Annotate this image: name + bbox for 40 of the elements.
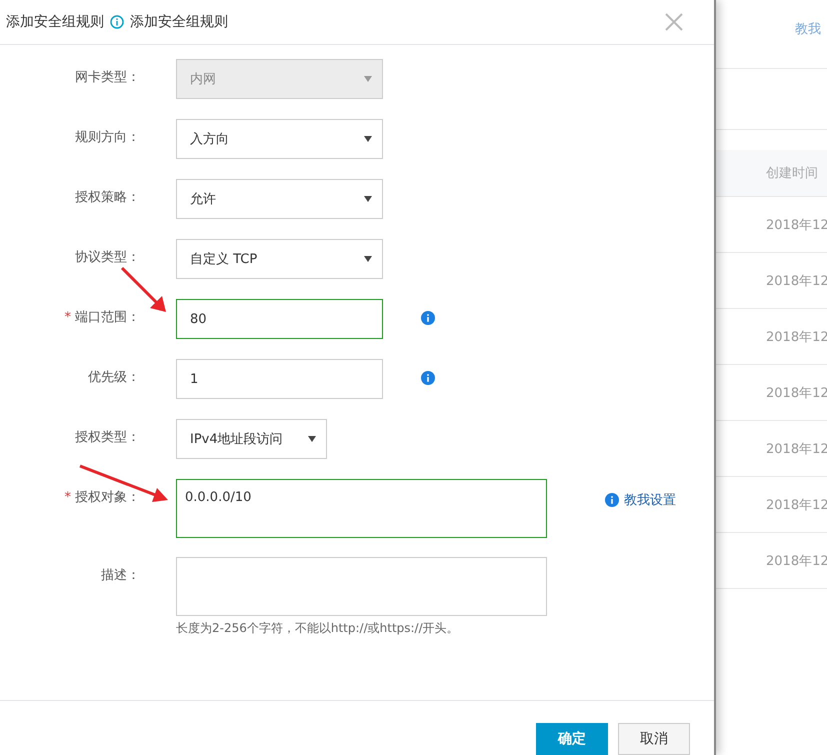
text-area[interactable]: 0.0.0.0/10 — [176, 479, 547, 538]
table-cell-text: 2018年12 — [766, 384, 827, 402]
required-mark: * — [64, 310, 71, 325]
field-label: 端口范围： — [75, 310, 140, 325]
input-field[interactable]: 1 — [176, 359, 383, 399]
field-label: 授权策略： — [75, 190, 140, 205]
field-label: 规则方向： — [75, 130, 140, 145]
info-icon[interactable] — [421, 311, 435, 325]
caret-icon — [364, 196, 372, 202]
table-cell-text: 2018年12 — [766, 272, 827, 290]
table-cell-text: 2018年12 — [766, 440, 827, 458]
column-header: 创建时间 — [766, 165, 818, 182]
field-label: 授权对象： — [75, 490, 140, 505]
info-icon[interactable] — [421, 371, 435, 385]
select-field[interactable]: 自定义 TCP — [176, 239, 383, 279]
field-label: 授权类型： — [75, 430, 140, 445]
field-label: 描述： — [101, 568, 140, 583]
select-field[interactable]: IPv4地址段访问 — [176, 419, 327, 459]
help-icon — [110, 15, 124, 29]
caret-icon — [308, 436, 316, 442]
dialog-title: 添加安全组规则 — [6, 13, 104, 31]
table-cell-text: 2018年12 — [766, 328, 827, 346]
info-icon — [605, 493, 619, 507]
caret-icon — [364, 76, 372, 82]
table-cell-text: 2018年12 — [766, 496, 827, 514]
caret-icon — [364, 256, 372, 262]
caret-icon — [364, 136, 372, 142]
help-link[interactable]: 教我设置 — [624, 491, 676, 509]
table-cell-text: 2018年12 — [766, 552, 827, 570]
table-cell-text: 2018年12 — [766, 216, 827, 234]
select-field[interactable]: 入方向 — [176, 119, 383, 159]
field-label: 网卡类型： — [75, 70, 140, 85]
required-mark: * — [64, 490, 71, 505]
select-field[interactable]: 允许 — [176, 179, 383, 219]
input-field[interactable]: 80 — [176, 299, 383, 339]
help-link[interactable]: 添加安全组规则 — [130, 13, 228, 31]
cancel-button[interactable]: 取消 — [618, 723, 690, 755]
field-label: 协议类型： — [75, 250, 140, 265]
field-label: 优先级： — [88, 370, 140, 385]
hint-text: 长度为2-256个字符，不能以http://或https://开头。 — [176, 620, 460, 637]
